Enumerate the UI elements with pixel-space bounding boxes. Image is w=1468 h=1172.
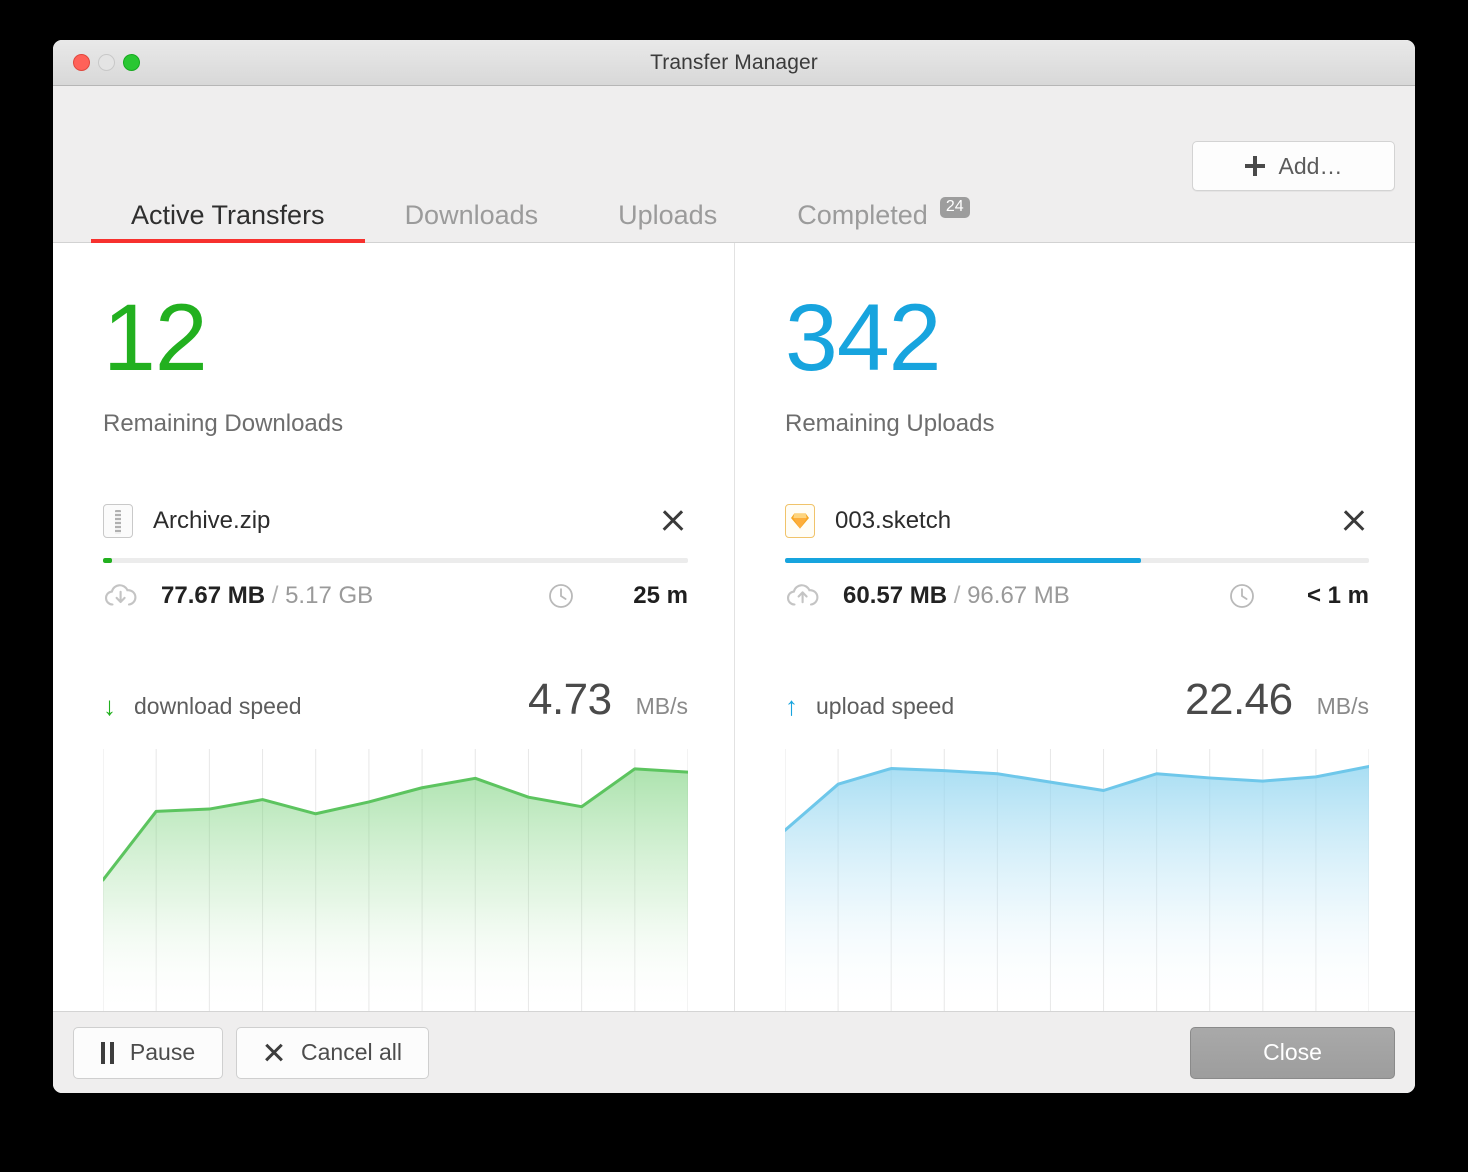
tab-uploads[interactable]: Uploads [578,200,757,242]
remaining-uploads-caption: Remaining Uploads [785,410,995,438]
close-button[interactable]: Close [1190,1026,1395,1079]
upload-file-name: 003.sketch [835,507,952,535]
cloud-download-icon [103,581,139,611]
add-button-label: Add… [1278,152,1343,179]
window-title: Transfer Manager [650,50,818,74]
tab-label: Uploads [618,200,718,230]
pause-button-label: Pause [129,1039,196,1065]
download-total: 5.17 GB [285,582,374,610]
download-speed-label: download speed [134,693,302,720]
cancel-download-icon[interactable] [658,506,688,536]
pause-button[interactable]: Pause [73,1026,223,1079]
cancel-all-button[interactable]: Cancel all [236,1026,429,1079]
upload-separator: / [953,582,961,610]
upload-eta: < 1 m [1306,582,1369,610]
download-file-row: Archive.zip [103,504,688,539]
upload-bytes: 60.57 MB / 96.67 MB [843,582,1070,610]
upload-speed-chart [785,749,1369,1012]
zip-file-icon [103,504,133,539]
cloud-upload-icon [785,581,821,611]
download-speed-unit: MB/s [635,693,688,720]
chart-area [785,766,1369,1012]
remaining-uploads-count: 342 [785,285,942,391]
arrow-down-icon: ↓ [103,691,116,722]
close-icon [263,1042,285,1064]
download-speed-row: ↓ download speed 4.73 MB/s [103,675,688,725]
minimize-window-button[interactable] [98,54,115,71]
sketch-file-icon [785,504,815,539]
upload-speed-label: upload speed [816,693,955,720]
tab-label: Completed [797,200,928,230]
download-stats: 77.67 MB / 5.17 GB 25 m [103,581,688,611]
upload-total: 96.67 MB [967,582,1070,610]
transfer-manager-window: Transfer Manager Add… Active Transfers D… [53,40,1415,1093]
download-speed-chart [103,749,688,1012]
download-progress-fill [103,558,112,564]
zoom-window-button[interactable] [123,54,140,71]
uploads-panel: 342 Remaining Uploads 003.sketch 60.57 M… [734,243,1415,1012]
tab-completed[interactable]: Completed 24 [757,197,1010,242]
tab-label: Downloads [404,200,539,230]
upload-progress-fill [785,558,1142,564]
close-window-button[interactable] [73,54,90,71]
toolbar-and-tabs: Add… Active Transfers Downloads Uploads [53,86,1415,243]
cancel-all-button-label: Cancel all [301,1039,402,1065]
add-button[interactable]: Add… [1192,141,1395,191]
screen: Transfer Manager Add… Active Transfers D… [0,0,1468,1172]
upload-stats: 60.57 MB / 96.67 MB < 1 m [785,581,1369,611]
download-speed-value: 4.73 [527,675,612,725]
window-titlebar: Transfer Manager [53,40,1415,86]
chart-area [103,769,688,1012]
upload-speed-value: 22.46 [1185,675,1293,725]
download-separator: / [271,582,279,610]
download-transferred: 77.67 MB [161,582,266,610]
tab-label: Active Transfers [131,200,325,230]
cancel-upload-icon[interactable] [1339,506,1369,536]
clock-icon [546,581,576,611]
footer-toolbar: Pause Cancel all Close [53,1011,1415,1093]
clock-icon [1227,581,1257,611]
downloads-panel: 12 Remaining Downloads Archive.zip 77.67… [53,243,734,1012]
completed-count-badge: 24 [939,197,970,218]
traffic-lights [73,40,140,85]
arrow-up-icon: ↑ [785,691,798,722]
tab-downloads[interactable]: Downloads [365,200,579,242]
download-bytes: 77.67 MB / 5.17 GB [161,582,373,610]
tab-bar: Active Transfers Downloads Uploads Compl… [53,197,1415,243]
plus-icon [1244,156,1265,176]
download-file-name: Archive.zip [153,507,271,535]
pause-icon [100,1041,114,1064]
close-button-label: Close [1263,1039,1322,1065]
download-progress-bar [103,558,688,564]
remaining-downloads-count: 12 [103,285,208,391]
upload-file-row: 003.sketch [785,504,1369,539]
tab-active-transfers[interactable]: Active Transfers [91,200,365,243]
upload-transferred: 60.57 MB [843,582,948,610]
remaining-downloads-caption: Remaining Downloads [103,410,344,438]
upload-speed-row: ↑ upload speed 22.46 MB/s [785,675,1369,725]
upload-speed-unit: MB/s [1316,693,1369,720]
panels-container: 12 Remaining Downloads Archive.zip 77.67… [53,243,1415,1012]
download-eta: 25 m [633,582,688,610]
upload-progress-bar [785,558,1369,564]
